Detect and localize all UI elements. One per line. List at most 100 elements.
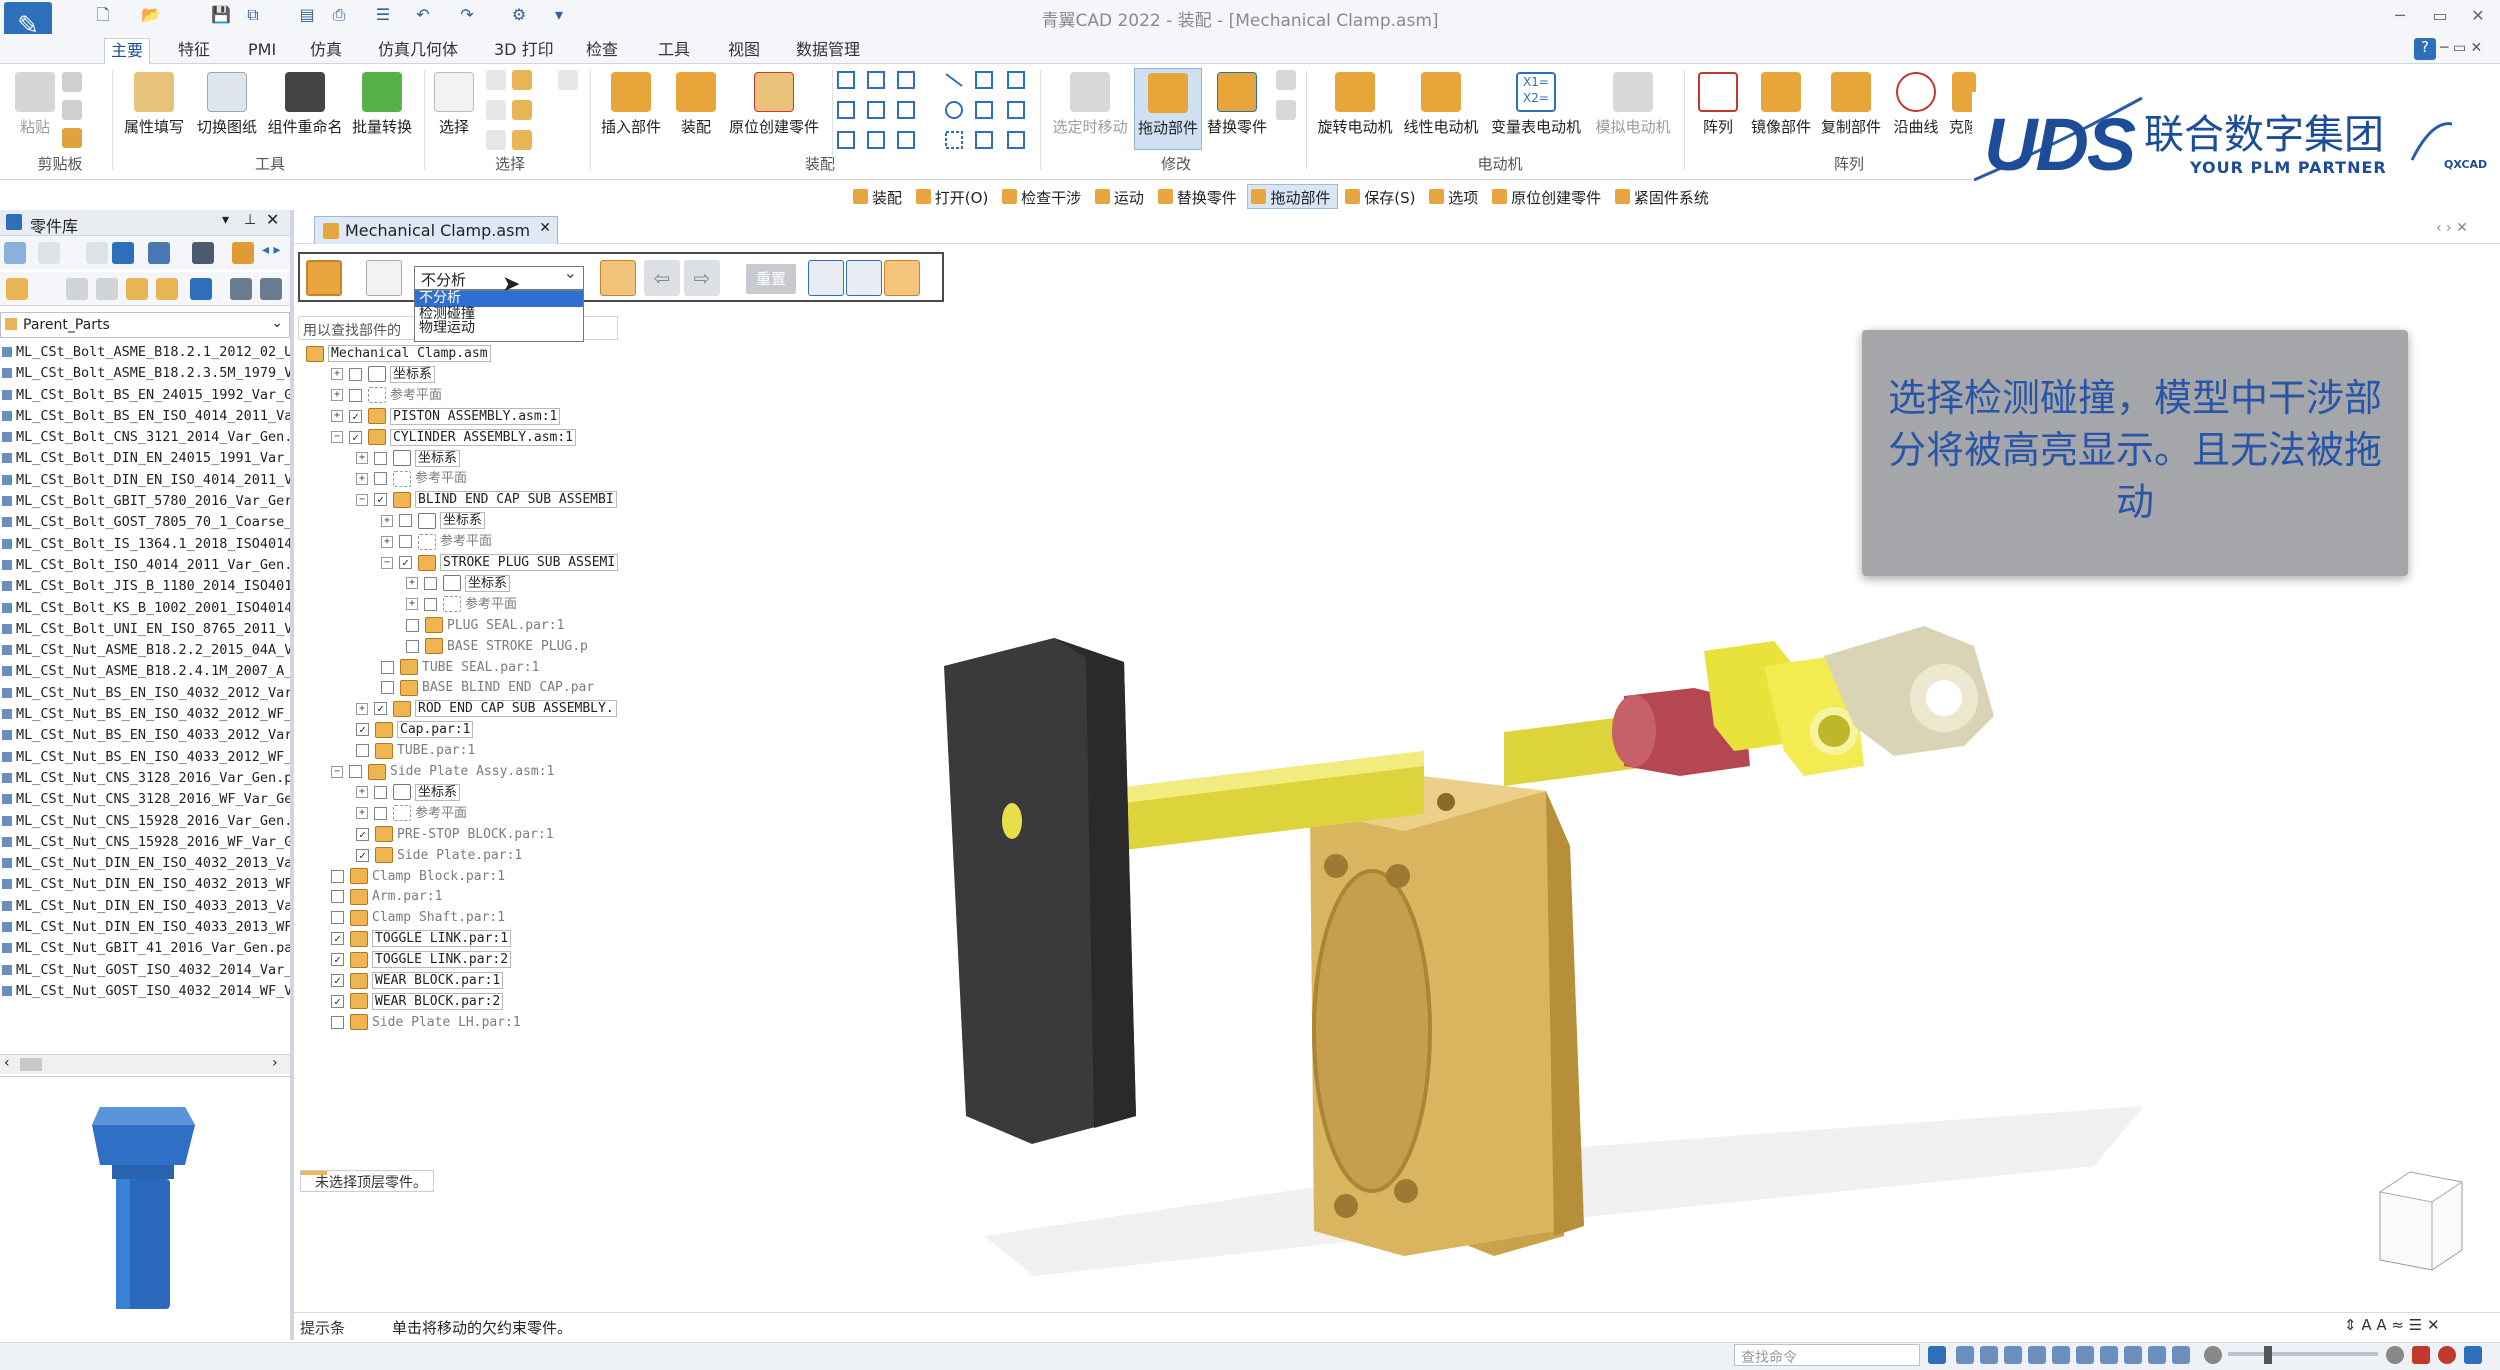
- cut-icon[interactable]: [62, 72, 82, 92]
- open-file-icon[interactable]: 📂: [140, 4, 162, 26]
- list-item[interactable]: ML_CSt_Nut_BS_EN_ISO_4032_2012_Var: [0, 685, 290, 706]
- zoom-icon[interactable]: [1980, 1346, 1998, 1364]
- list-item[interactable]: ML_CSt_Bolt_JIS_B_1180_2014_ISO401: [0, 578, 290, 599]
- expand-icon[interactable]: +: [406, 577, 418, 590]
- visibility-checkbox[interactable]: [406, 618, 419, 632]
- visibility-checkbox[interactable]: [399, 535, 412, 549]
- maximize-button[interactable]: ▭: [2424, 4, 2456, 28]
- list-item[interactable]: ML_CSt_Bolt_CNS_3121_2014_Var_Gen.: [0, 429, 290, 450]
- cmd-assemble[interactable]: 装配: [850, 185, 908, 208]
- visibility-checkbox[interactable]: [381, 660, 394, 674]
- tree-row[interactable]: ✓ WEAR BLOCK.par:2: [331, 992, 504, 1012]
- tree-row[interactable]: ✓ TOGGLE LINK.par:1: [331, 929, 512, 949]
- visibility-checkbox[interactable]: [374, 472, 387, 486]
- tree-row[interactable]: ✓ TOGGLE LINK.par:2: [331, 950, 512, 970]
- expand-icon[interactable]: +: [331, 410, 343, 423]
- scroll-left-icon[interactable]: ‹: [4, 1055, 10, 1071]
- copy-part-button[interactable]: 复制部件: [1816, 68, 1886, 150]
- step-forward-icon[interactable]: ⇨: [684, 260, 720, 296]
- tree-row[interactable]: − ✓ STROKE PLUG SUB ASSEMI: [381, 553, 619, 573]
- select-box-icon[interactable]: [486, 100, 506, 120]
- library-forward-icon[interactable]: [96, 278, 118, 300]
- expand-icon[interactable]: +: [331, 368, 343, 381]
- tab-tools[interactable]: 工具: [652, 38, 696, 64]
- visibility-checkbox[interactable]: [349, 388, 362, 402]
- cmd-create-in-place[interactable]: 原位创建零件: [1489, 185, 1607, 208]
- expand-icon[interactable]: +: [356, 702, 368, 715]
- tree-row[interactable]: Clamp Block.par:1: [331, 867, 505, 887]
- section-view-icon[interactable]: [2148, 1346, 2166, 1364]
- list-item[interactable]: ML_CSt_Nut_ASME_B18.2.4.1M_2007_A_: [0, 663, 290, 684]
- select-button[interactable]: 选择: [430, 68, 478, 150]
- option-physical-motion[interactable]: 物理运动: [415, 321, 583, 335]
- visibility-checkbox[interactable]: [331, 1015, 344, 1029]
- undo-icon[interactable]: ↶: [412, 4, 434, 26]
- tree-row[interactable]: + 坐标系: [356, 449, 461, 469]
- move-on-select-button[interactable]: 选定时移动: [1044, 68, 1136, 150]
- document-tab[interactable]: Mechanical Clamp.asm ✕: [314, 216, 558, 244]
- rotate-view-icon[interactable]: [2052, 1346, 2070, 1364]
- modify-small-icon[interactable]: [1276, 70, 1296, 90]
- cmd-check-interference[interactable]: 检查干涉: [999, 185, 1087, 208]
- list-item[interactable]: ML_CSt_Nut_DIN_EN_ISO_4033_2013_Va: [0, 898, 290, 919]
- drag-component-button[interactable]: 拖动部件: [1134, 68, 1202, 150]
- library-nav-icon[interactable]: ◂ ▸: [262, 242, 281, 258]
- visibility-checkbox[interactable]: ✓: [349, 409, 362, 423]
- visibility-checkbox[interactable]: ✓: [331, 974, 344, 987]
- list-item[interactable]: ML_CSt_Nut_CNS_15928_2016_Var_Gen.: [0, 813, 290, 834]
- tab-view[interactable]: 视图: [722, 38, 766, 64]
- library-list-view-icon[interactable]: [190, 278, 212, 300]
- switch-drawing-button[interactable]: 切换图纸: [190, 68, 264, 150]
- tree-row[interactable]: TUBE.par:1: [356, 741, 475, 761]
- list-item[interactable]: ML_CSt_Nut_GBIT_41_2016_Var_Gen.pa: [0, 940, 290, 961]
- list-item[interactable]: ML_CSt_Nut_GOST_ISO_4032_2014_WF_V: [0, 983, 290, 1004]
- visibility-checkbox[interactable]: ✓: [331, 994, 344, 1008]
- zoom-in-icon[interactable]: [2386, 1346, 2404, 1364]
- parts-list-scrollbar[interactable]: ‹ ›: [0, 1054, 290, 1074]
- select-part-icon[interactable]: [512, 70, 532, 90]
- status-tools-icon[interactable]: [2464, 1346, 2482, 1364]
- tree-row[interactable]: + 坐标系: [381, 511, 486, 531]
- cmd-replace-part[interactable]: 替换零件: [1155, 185, 1243, 208]
- tab-scroll-icons[interactable]: ‹ › ✕: [2436, 220, 2468, 236]
- list-item[interactable]: ML_CSt_Bolt_GBIT_5780_2016_Var_Ger: [0, 493, 290, 514]
- visibility-checkbox[interactable]: [399, 514, 412, 528]
- save-icon[interactable]: 💾: [210, 4, 232, 26]
- visibility-checkbox[interactable]: ✓: [374, 493, 387, 507]
- cmd-options[interactable]: 选项: [1426, 185, 1484, 208]
- library-play-icon[interactable]: [38, 242, 60, 264]
- library-search-icon[interactable]: [86, 242, 108, 264]
- visibility-checkbox[interactable]: [374, 451, 387, 465]
- list-item[interactable]: ML_CSt_Bolt_ISO_4014_2011_Var_Gen.: [0, 557, 290, 578]
- command-search-input[interactable]: 查找命令: [1734, 1344, 1920, 1366]
- tab-sim-geometry[interactable]: 仿真几何体: [372, 38, 464, 64]
- batch-convert-button[interactable]: 批量转换: [346, 68, 418, 150]
- tree-row[interactable]: PLUG SEAL.par:1: [406, 616, 564, 636]
- save-all-icon[interactable]: ⧉: [242, 4, 264, 26]
- tree-row[interactable]: ✓ PRE-STOP BLOCK.par:1: [356, 825, 554, 845]
- tree-row[interactable]: ✓ WEAR BLOCK.par:1: [331, 971, 504, 991]
- visibility-checkbox[interactable]: ✓: [399, 556, 412, 569]
- new-file-icon[interactable]: 🗋: [92, 4, 114, 26]
- cmd-motion[interactable]: 运动: [1092, 185, 1150, 208]
- zoom-slider[interactable]: [2228, 1352, 2378, 1356]
- list-item[interactable]: ML_CSt_Nut_DIN_EN_ISO_4032_2013_WF: [0, 876, 290, 897]
- library-color-icon[interactable]: [232, 242, 254, 264]
- replace-part-button[interactable]: 替换零件: [1202, 68, 1272, 150]
- rotate-icon[interactable]: [846, 260, 882, 296]
- tree-row[interactable]: + 参考平面: [356, 804, 467, 824]
- option-detect-collision[interactable]: 检测碰撞: [415, 307, 583, 321]
- assemble-button[interactable]: 装配: [668, 68, 724, 150]
- expand-icon[interactable]: +: [331, 389, 343, 402]
- cmd-fastener-system[interactable]: 紧固件系统: [1612, 185, 1715, 208]
- tree-row[interactable]: Mechanical Clamp.asm: [306, 344, 491, 364]
- scroll-right-icon[interactable]: ›: [272, 1055, 278, 1071]
- tree-row[interactable]: − ✓ CYLINDER ASSEMBLY.asm:1: [331, 428, 577, 448]
- tree-row[interactable]: + ✓ ROD END CAP SUB ASSEMBLY.: [356, 699, 617, 719]
- variable-table-motor-button[interactable]: X1= X2= 变量表电动机: [1484, 68, 1588, 150]
- stop-icon[interactable]: [2438, 1346, 2456, 1364]
- select-filter-icon[interactable]: [486, 70, 506, 90]
- mirror-part-button[interactable]: 镜像部件: [1746, 68, 1816, 150]
- expand-icon[interactable]: +: [356, 452, 368, 464]
- visibility-checkbox[interactable]: ✓: [356, 723, 369, 737]
